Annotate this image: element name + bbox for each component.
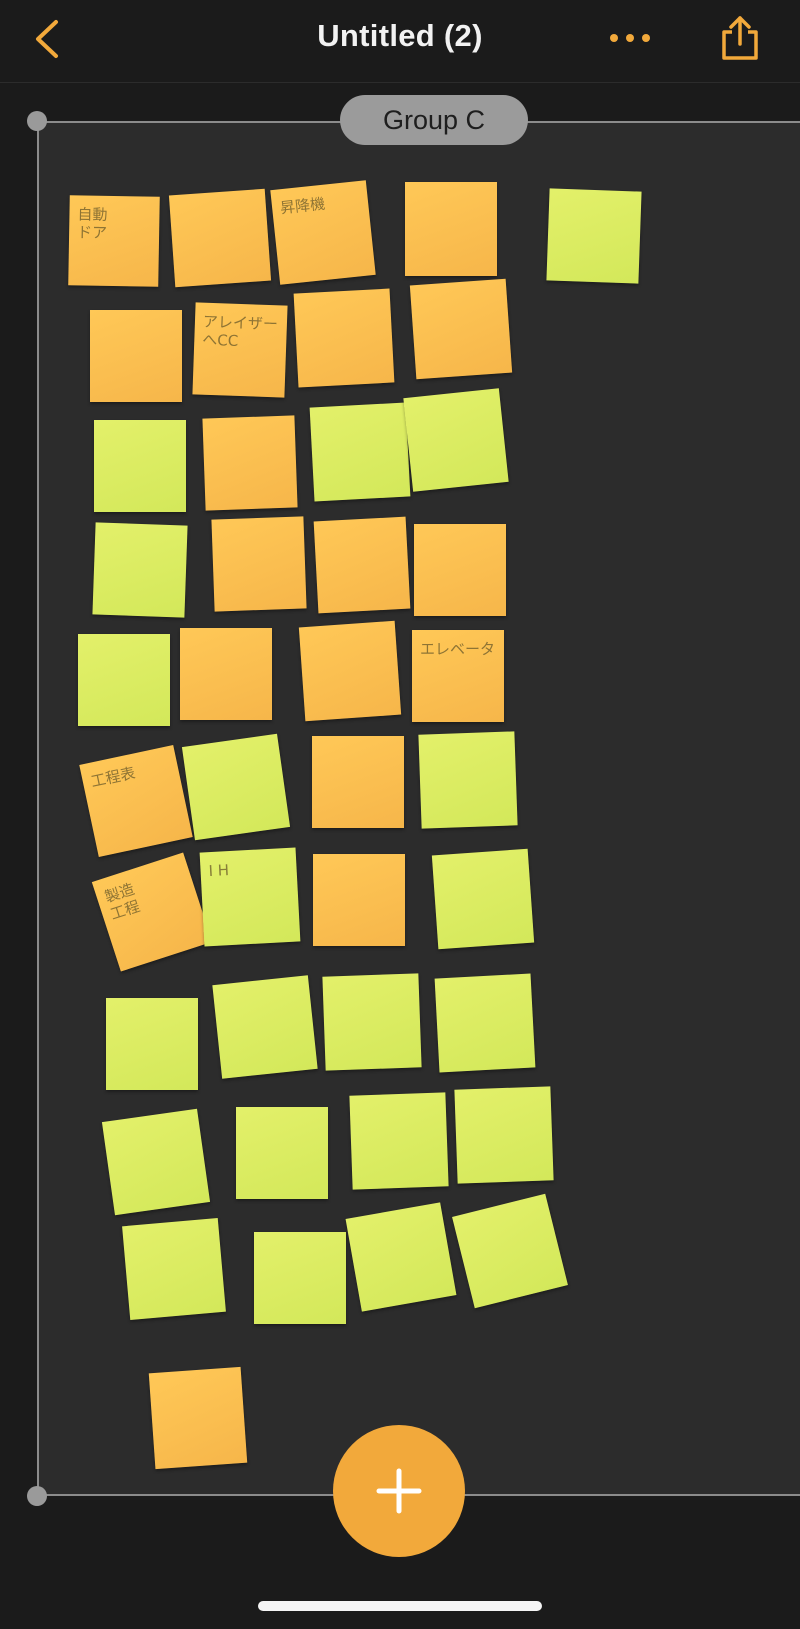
sticky-note-text	[358, 1103, 438, 1106]
sticky-note[interactable]	[90, 310, 182, 402]
navigation-bar: Untitled (2)	[0, 0, 800, 83]
share-button[interactable]	[714, 12, 766, 64]
sticky-note[interactable]	[418, 731, 518, 829]
sticky-note-text	[443, 984, 523, 988]
sticky-note[interactable]	[293, 288, 395, 388]
sticky-note-text: 製造 工程	[102, 879, 143, 924]
sticky-note-text	[178, 199, 258, 205]
sticky-note-text	[103, 533, 179, 536]
sticky-note[interactable]	[94, 420, 186, 512]
sticky-note[interactable]	[211, 516, 307, 612]
sticky-note[interactable]	[409, 278, 513, 380]
sticky-note[interactable]	[212, 975, 318, 1079]
sticky-note-text	[211, 426, 287, 429]
sticky-note-text	[441, 859, 521, 865]
sticky-note-text: 工程表	[89, 763, 137, 791]
sticky-note[interactable]	[298, 620, 402, 722]
sticky-note[interactable]	[454, 1086, 554, 1184]
sticky-note[interactable]: エレベータ	[412, 630, 504, 722]
sticky-note[interactable]	[106, 998, 198, 1090]
sticky-note[interactable]	[546, 188, 642, 284]
sticky-note[interactable]	[101, 1108, 211, 1216]
sticky-note-text: 昇降機	[279, 194, 326, 218]
sticky-note-text	[412, 399, 492, 407]
share-icon	[722, 16, 758, 60]
sticky-note[interactable]	[254, 1232, 346, 1324]
sticky-note[interactable]: アレイザー へCC	[192, 302, 288, 398]
sticky-note[interactable]	[322, 973, 422, 1071]
sticky-note-text	[427, 742, 507, 745]
sticky-note-text	[355, 1214, 434, 1228]
sticky-note[interactable]	[148, 1366, 248, 1470]
sticky-note-text	[318, 413, 398, 417]
sticky-note-text	[157, 1377, 233, 1382]
sticky-note-text	[302, 299, 382, 303]
home-indicator	[258, 1601, 542, 1611]
sticky-note[interactable]	[122, 1217, 226, 1321]
screen: Untitled (2) Group C 自動 ドア 昇降機アレイザー へCC エレ…	[0, 0, 800, 1629]
sticky-note-text	[220, 527, 296, 530]
sticky-note-text	[308, 631, 388, 637]
more-dots-icon	[610, 34, 650, 42]
more-options-button[interactable]	[604, 18, 656, 58]
sticky-note[interactable]	[313, 854, 405, 946]
sticky-note[interactable]	[349, 1092, 449, 1190]
sticky-note[interactable]: 昇降機	[270, 180, 376, 285]
sticky-note[interactable]: 自動 ドア	[68, 195, 160, 287]
sticky-note-text	[191, 745, 270, 756]
sticky-note-text	[463, 1097, 543, 1100]
sticky-note[interactable]	[92, 522, 188, 618]
sticky-note-text: アレイザー へCC	[202, 312, 279, 350]
sticky-note[interactable]: 工程表	[79, 745, 193, 857]
sticky-note-text	[419, 289, 499, 295]
sticky-note-text: エレベータ	[420, 640, 496, 658]
sticky-note[interactable]	[309, 402, 411, 502]
document-title: Untitled (2)	[317, 18, 483, 53]
sticky-note[interactable]	[414, 524, 506, 616]
sticky-note-text	[221, 986, 301, 994]
add-note-button[interactable]	[333, 1425, 465, 1557]
sticky-note[interactable]	[434, 973, 536, 1073]
sticky-note-text	[131, 1229, 211, 1236]
sticky-note-text: I H	[208, 861, 230, 881]
sticky-note-text	[557, 199, 633, 202]
sticky-note[interactable]	[312, 736, 404, 828]
sticky-note[interactable]	[202, 415, 298, 511]
group-resize-handle-top[interactable]	[27, 111, 47, 131]
sticky-note[interactable]	[78, 634, 170, 726]
sticky-note[interactable]	[431, 848, 535, 950]
sticky-note[interactable]	[180, 628, 272, 720]
sticky-note[interactable]	[236, 1107, 328, 1199]
sticky-note-text	[331, 984, 411, 987]
group-resize-handle-bottom[interactable]	[27, 1486, 47, 1506]
sticky-note[interactable]	[168, 188, 272, 288]
sticky-note[interactable]	[313, 516, 411, 614]
sticky-note-text: 自動 ドア	[76, 205, 108, 242]
sticky-note[interactable]	[345, 1202, 457, 1312]
sticky-note[interactable]	[405, 182, 497, 276]
sticky-note-text	[322, 527, 398, 531]
sticky-note[interactable]	[403, 388, 509, 492]
plus-icon	[376, 1468, 422, 1514]
group-label[interactable]: Group C	[340, 95, 528, 145]
sticky-note-text	[111, 1120, 190, 1131]
sticky-note[interactable]: I H	[199, 847, 301, 947]
sticky-note[interactable]	[181, 733, 291, 841]
